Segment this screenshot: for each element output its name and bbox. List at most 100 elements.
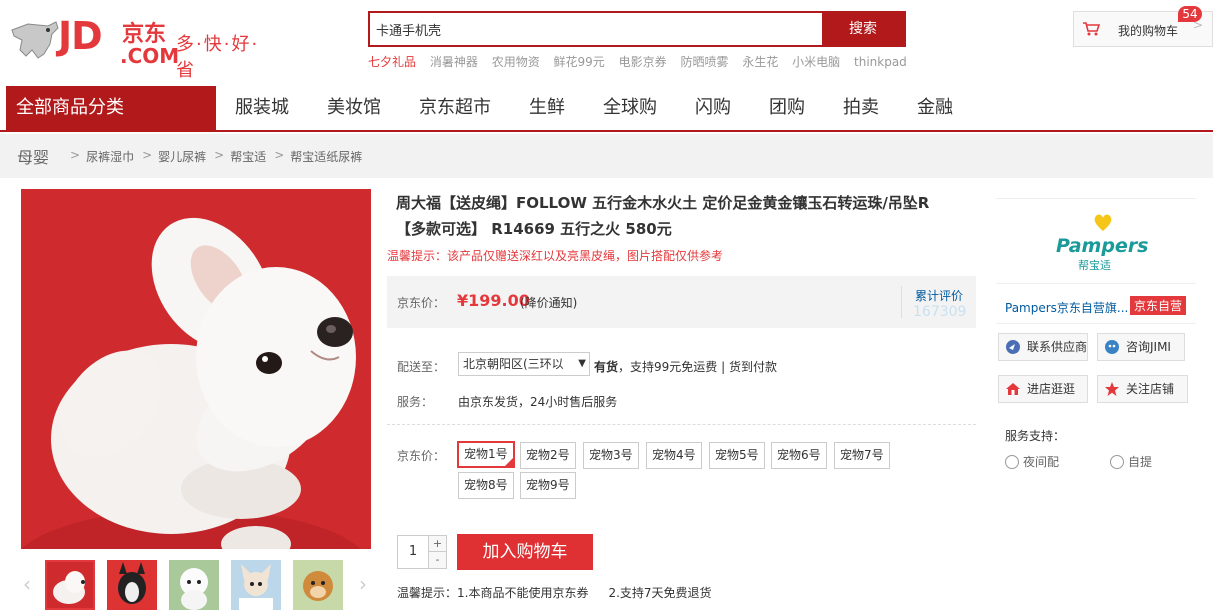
search-input[interactable]	[370, 13, 826, 45]
hot-keywords: 七夕礼品 消暑神器 农用物资 鲜花99元 电影京券 防晒喷雾 永生花 小米电脑 …	[368, 53, 917, 70]
header: JD 京东 .COM 多·快·好·省 搜索 七夕礼品 消暑神器 农用物资 鲜花9…	[0, 0, 1213, 84]
service-label: 服务：	[397, 395, 434, 409]
shop-name-link[interactable]: Pampers京东自营旗...	[1005, 299, 1128, 316]
option-button[interactable]: 宠物9号	[520, 472, 576, 499]
hotword-link[interactable]: 永生花	[742, 55, 778, 69]
cart-label: 我的购物车	[1118, 24, 1179, 38]
breadcrumb-root[interactable]: 母婴	[17, 144, 49, 168]
thumbnail[interactable]	[231, 560, 281, 610]
ask-jimi-button[interactable]: 咨询JIMI	[1097, 333, 1185, 361]
shopping-cart-icon	[1083, 22, 1100, 36]
divider	[387, 424, 976, 425]
hotword-link[interactable]: thinkpad	[854, 55, 907, 69]
all-categories-button[interactable]: 全部商品分类	[6, 86, 216, 130]
hotword-link[interactable]: 鲜花99元	[554, 55, 605, 69]
option-button[interactable]: 宠物8号	[458, 472, 514, 499]
chevron-right-icon: >	[142, 148, 153, 162]
breadcrumb: 母婴 > 尿裤湿巾 > 婴儿尿裤 > 帮宝适 > 帮宝适纸尿裤	[0, 134, 1213, 178]
address-select[interactable]: 北京朝阳区(三环以 ▼	[458, 352, 590, 376]
chat-bubble-icon	[1006, 340, 1020, 354]
divider	[996, 283, 1196, 284]
divider	[901, 286, 902, 318]
price-value: ¥199.00	[457, 291, 530, 310]
service-self-pickup[interactable]: 自提	[1110, 453, 1152, 470]
chevron-right-icon[interactable]: ›	[359, 572, 367, 596]
review-label-link[interactable]: 累计评价	[915, 287, 963, 304]
chevron-right-icon: >	[1193, 18, 1204, 32]
nav-item[interactable]: 美妆馆	[308, 86, 400, 130]
product-tip: 温馨提示：该产品仅赠送深红以及亮黑皮绳，图片搭配仅供参考	[387, 249, 724, 263]
warm-tip-label: 温馨提示：	[397, 586, 458, 600]
option-button[interactable]: 宠物6号	[771, 442, 827, 469]
logo-com-text: .COM	[120, 44, 180, 68]
quantity-input[interactable]: 1	[398, 536, 428, 568]
minus-icon[interactable]: -	[428, 552, 446, 568]
hotword-link[interactable]: 电影京券	[619, 55, 667, 69]
thumbnail[interactable]	[45, 560, 95, 610]
review-count: 167309	[913, 304, 967, 320]
thumbnail[interactable]	[293, 560, 343, 610]
option-button[interactable]: 宠物5号	[709, 442, 765, 469]
nav-item[interactable]: 全球购	[584, 86, 676, 130]
chevron-right-icon: >	[214, 148, 225, 162]
add-to-cart-button[interactable]: 加入购物车	[457, 534, 593, 570]
breadcrumb-item[interactable]: 婴儿尿裤	[158, 148, 206, 165]
jd-logo[interactable]: JD 京东 .COM 多·快·好·省	[8, 10, 278, 81]
home-icon	[1006, 383, 1020, 395]
nav-item[interactable]: 服装城	[216, 86, 308, 130]
hotword-link[interactable]: 小米电脑	[792, 55, 840, 69]
search-bar: 搜索	[368, 11, 906, 47]
main-nav: 全部商品分类 服装城 美妆馆 京东超市 生鲜 全球购 闪购 团购 拍卖 金融	[0, 84, 1213, 132]
option-button[interactable]: 宠物4号	[646, 442, 702, 469]
breadcrumb-item[interactable]: 尿裤湿巾	[86, 148, 134, 165]
thumbnail[interactable]	[107, 560, 157, 610]
puppy-photo	[21, 189, 371, 549]
logo-jd-text: JD	[58, 14, 103, 58]
contact-supplier-button[interactable]: 联系供应商	[998, 333, 1088, 361]
option-button[interactable]: 宠物2号	[520, 442, 576, 469]
search-button[interactable]: 搜索	[822, 13, 904, 45]
hotword-link[interactable]: 农用物资	[492, 55, 540, 69]
nav-item[interactable]: 闪购	[676, 86, 750, 130]
plus-icon[interactable]: +	[428, 536, 446, 552]
button-label: 关注店铺	[1126, 382, 1175, 396]
quantity-stepper: 1 + -	[397, 535, 447, 569]
breadcrumb-items: > 尿裤湿巾 > 婴儿尿裤 > 帮宝适 > 帮宝适纸尿裤	[62, 148, 362, 165]
price-drop-notice-link[interactable]: (降价通知)	[520, 294, 577, 311]
option-button-selected[interactable]: 宠物1号 ✓	[457, 441, 515, 468]
option-button[interactable]: 宠物3号	[583, 442, 639, 469]
chevron-left-icon[interactable]: ‹	[23, 572, 31, 596]
nav-item[interactable]: 团购	[750, 86, 824, 130]
nav-item[interactable]: 金融	[898, 86, 972, 130]
service-name: 夜间配	[1023, 455, 1060, 469]
warm-tip: 2.支持7天免费退货	[608, 586, 712, 600]
visit-shop-button[interactable]: 进店逛逛	[998, 375, 1088, 403]
breadcrumb-item[interactable]: 帮宝适纸尿裤	[290, 148, 362, 165]
nav-items: 服装城 美妆馆 京东超市 生鲜 全球购 闪购 团购 拍卖 金融	[216, 86, 972, 130]
delivery-label: 配送至：	[397, 360, 446, 374]
address-value: 北京朝阳区(三环以	[463, 357, 564, 371]
self-operated-badge: 京东自营	[1130, 296, 1187, 315]
star-icon	[1105, 382, 1119, 396]
nav-item[interactable]: 生鲜	[510, 86, 584, 130]
nav-item[interactable]: 拍卖	[824, 86, 898, 130]
nav-item[interactable]: 京东超市	[400, 86, 510, 130]
shop-logo[interactable]: Pampers 帮宝适	[996, 199, 1196, 283]
thumbnail[interactable]	[169, 560, 219, 610]
service-night-delivery[interactable]: 夜间配	[1005, 453, 1059, 470]
hotword-link[interactable]: 七夕礼品	[368, 55, 416, 69]
hotword-link[interactable]: 消暑神器	[430, 55, 478, 69]
shop-panel: Pampers 帮宝适 Pampers京东自营旗... 京东自营 联系供应商 咨…	[996, 198, 1196, 612]
stock-info: 有货，支持99元免运费 | 货到付款	[594, 358, 777, 375]
clock-icon	[1005, 455, 1019, 469]
options-label: 京东价：	[397, 449, 446, 463]
button-label: 咨询JIMI	[1126, 340, 1171, 354]
hotword-link[interactable]: 防晒喷雾	[680, 55, 728, 69]
breadcrumb-item[interactable]: 帮宝适	[230, 148, 266, 165]
follow-shop-button[interactable]: 关注店铺	[1097, 375, 1188, 403]
option-button[interactable]: 宠物7号	[834, 442, 890, 469]
product-main-image[interactable]	[21, 189, 371, 549]
slogan: 多·快·好·省	[176, 34, 260, 81]
brand-name-cn: 帮宝适	[1078, 259, 1111, 272]
warm-tip: 1.本商品不能使用京东券	[457, 586, 589, 600]
